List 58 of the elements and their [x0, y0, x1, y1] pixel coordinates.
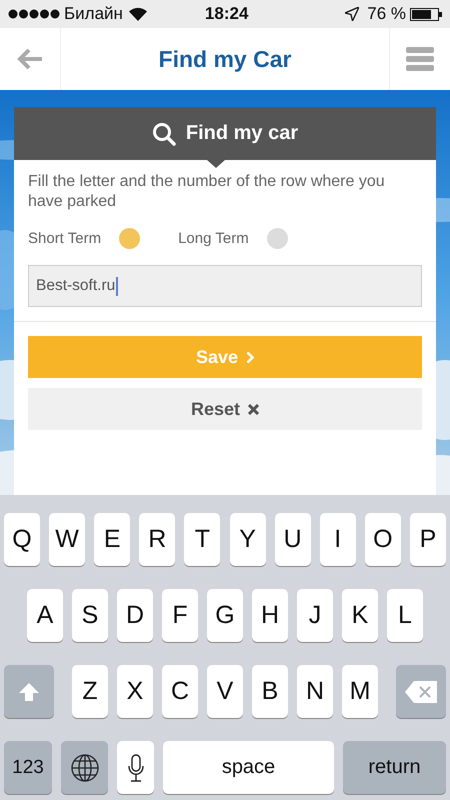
- key[interactable]: V: [207, 665, 243, 718]
- key[interactable]: K: [342, 589, 378, 642]
- key[interactable]: C: [162, 665, 198, 718]
- key[interactable]: T: [184, 513, 220, 566]
- backspace-icon: [405, 680, 437, 702]
- battery-percent: 76 %: [367, 4, 406, 24]
- key[interactable]: Y: [230, 513, 266, 566]
- key[interactable]: J: [297, 589, 333, 642]
- location-arrow-icon: [345, 7, 360, 21]
- numbers-key[interactable]: 123: [4, 741, 52, 794]
- back-arrow-icon: [17, 48, 43, 70]
- space-key[interactable]: space: [163, 741, 334, 794]
- return-key[interactable]: return: [343, 741, 446, 794]
- key[interactable]: N: [297, 665, 333, 718]
- key[interactable]: D: [117, 589, 153, 642]
- delete-key[interactable]: [396, 665, 446, 718]
- radio-button[interactable]: [119, 228, 140, 249]
- key[interactable]: H: [252, 589, 288, 642]
- battery-icon: [410, 8, 442, 20]
- key[interactable]: I: [320, 513, 356, 566]
- chevron-right-icon: [246, 350, 254, 364]
- key[interactable]: W: [49, 513, 86, 566]
- close-icon: [248, 404, 260, 414]
- mic-key[interactable]: [117, 741, 154, 794]
- key[interactable]: O: [364, 513, 401, 566]
- shift-key[interactable]: [4, 665, 54, 718]
- key[interactable]: A: [27, 589, 63, 642]
- reset-button[interactable]: Reset: [28, 388, 422, 430]
- option-label: Long Term: [178, 230, 249, 247]
- wifi-icon: [128, 7, 147, 21]
- input-field[interactable]: Best-soft.ru: [28, 265, 422, 307]
- instruction-text: Fill the letter and the number of the row where you have parked: [28, 172, 386, 212]
- key[interactable]: B: [252, 665, 288, 718]
- status-time: 18:24: [204, 4, 248, 24]
- globe-icon: [70, 754, 98, 782]
- carrier-name: Билайн: [64, 4, 123, 24]
- key[interactable]: P: [410, 513, 446, 566]
- option-label: Short Term: [28, 230, 102, 247]
- key[interactable]: L: [387, 589, 423, 642]
- globe-key[interactable]: [61, 741, 108, 794]
- key[interactable]: X: [117, 665, 153, 718]
- key[interactable]: S: [72, 589, 108, 642]
- microphone-icon: [128, 754, 144, 782]
- page-title: Find my Car: [158, 46, 292, 72]
- radio-button[interactable]: [266, 228, 288, 249]
- menu-icon: [406, 47, 434, 71]
- key[interactable]: R: [139, 513, 176, 566]
- key[interactable]: U: [274, 513, 311, 566]
- key[interactable]: F: [162, 589, 198, 642]
- key[interactable]: E: [94, 513, 130, 566]
- key[interactable]: Z: [72, 665, 108, 718]
- key[interactable]: Q: [4, 513, 40, 566]
- key[interactable]: M: [342, 665, 378, 718]
- shift-icon: [19, 682, 39, 700]
- card-title: Find my car: [186, 122, 298, 145]
- signal-icon: [8, 9, 60, 19]
- search-icon: [152, 122, 176, 146]
- key[interactable]: G: [207, 589, 243, 642]
